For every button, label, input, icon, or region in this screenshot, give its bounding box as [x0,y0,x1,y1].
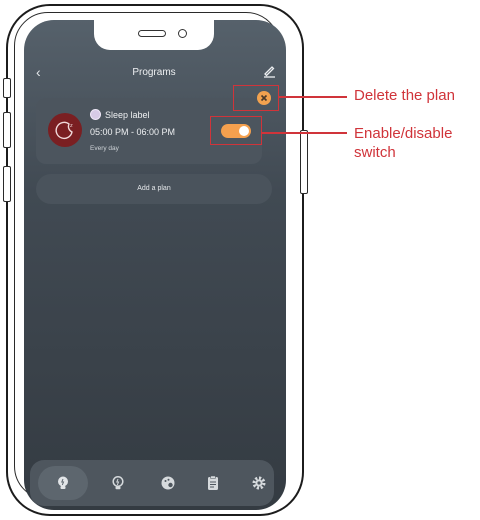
plan-repeat: Every day [90,145,119,152]
svg-text:z: z [70,123,73,129]
switch-callout: Enable/disable switch [354,125,453,161]
power-button [300,130,308,194]
delete-leader-line [279,96,347,98]
volume-up-button [3,78,11,98]
clipboard-icon[interactable] [205,475,221,491]
camera-icon [178,29,187,38]
label-color-dot [90,109,101,120]
plan-label: Sleep label [105,110,150,120]
bulb-outline-icon[interactable] [110,475,126,491]
switch-leader-line [262,132,347,134]
palette-icon[interactable] [160,475,176,491]
speaker-icon [138,30,166,37]
volume-down-button [3,112,11,148]
add-plan-button[interactable]: Add a plan [36,174,272,204]
moon-sleep-icon: z [48,113,82,147]
delete-callout: Delete the plan [354,87,455,104]
back-button[interactable]: ‹ [36,64,41,80]
bulb-icon[interactable] [55,475,71,491]
delete-highlight-box [233,85,279,111]
gear-icon[interactable] [251,475,267,491]
switch-highlight-box [210,116,262,145]
mute-button [3,166,11,202]
page-title: Programs [132,67,176,78]
pencil-edit-icon[interactable] [262,64,276,78]
plan-time: 05:00 PM - 06:00 PM [90,127,176,137]
